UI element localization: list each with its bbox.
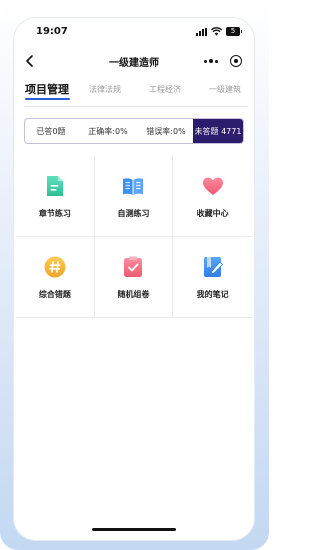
battery-level: 5 (226, 27, 240, 36)
stat-unanswered: 未答题 4771 (193, 119, 243, 143)
menu-label: 自测练习 (117, 208, 150, 218)
mistakes-button[interactable]: 综合错题 (16, 237, 95, 318)
hash-icon (44, 256, 66, 277)
phone-screen: 19:07 5 一级建造师 项目管理 法律法规 工程经济 一级建筑 已答0题 正… (14, 18, 254, 540)
notebook-pen-icon (203, 256, 223, 277)
tab-laws[interactable]: 法律法规 (89, 84, 121, 95)
signal-icon (196, 27, 207, 36)
stat-wrong-rate: 错误率:0% (146, 126, 186, 136)
subject-tabs: 项目管理 法律法规 工程经济 一级建筑 (14, 78, 254, 108)
tab-engineering-economics[interactable]: 工程经济 (149, 84, 181, 95)
favorites-button[interactable]: 收藏中心 (173, 156, 252, 237)
mini-program-capsule (198, 51, 248, 71)
stats-bar: 已答0题 正确率:0% 错误率:0% 未答题 4771 (24, 118, 244, 144)
active-tab-indicator (25, 98, 70, 100)
self-test-button[interactable]: 自测练习 (94, 156, 174, 237)
menu-label: 随机组卷 (117, 289, 150, 299)
stat-correct-rate: 正确率:0% (88, 126, 128, 136)
book-icon (123, 177, 144, 195)
tab-divider (24, 106, 248, 107)
menu-label: 综合错题 (38, 289, 71, 299)
checklist-icon (124, 256, 143, 277)
status-icons: 5 (196, 26, 242, 37)
status-bar: 19:07 5 (14, 18, 254, 44)
heart-icon (202, 177, 223, 195)
home-indicator (92, 528, 176, 531)
chapter-practice-button[interactable]: 章节练习 (16, 156, 95, 237)
document-icon (46, 175, 63, 196)
practice-menu-grid: 章节练习 自测练习 收藏中心 综合错题 随机组卷 我的笔记 (16, 156, 252, 318)
nav-bar: 一级建造师 (14, 48, 254, 74)
battery-icon: 5 (226, 27, 242, 36)
menu-label: 我的笔记 (196, 289, 229, 299)
menu-label: 收藏中心 (196, 208, 229, 218)
close-mini-program-icon[interactable] (230, 55, 242, 67)
stat-answered: 已答0题 (36, 126, 66, 136)
tab-architecture[interactable]: 一级建筑 (209, 84, 241, 95)
tab-project-management[interactable]: 项目管理 (25, 81, 69, 97)
status-time: 19:07 (36, 26, 68, 37)
wifi-icon (211, 27, 222, 36)
menu-label: 章节练习 (38, 208, 71, 218)
more-icon[interactable] (204, 59, 218, 63)
random-paper-button[interactable]: 随机组卷 (94, 237, 174, 318)
my-notes-button[interactable]: 我的笔记 (173, 237, 252, 318)
